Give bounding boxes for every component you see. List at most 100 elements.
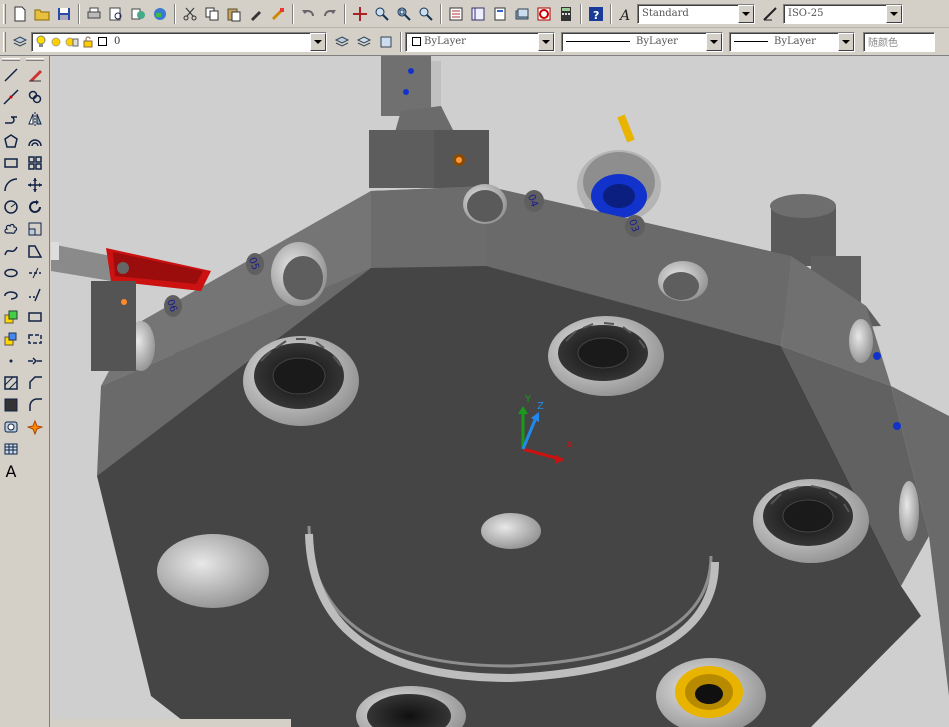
layout-tabs[interactable] [51, 719, 291, 727]
text-style-dropdown[interactable]: Standard [637, 3, 755, 24]
cut-icon[interactable] [179, 3, 201, 25]
tool-palettes-icon[interactable] [489, 3, 511, 25]
open-folder-icon[interactable] [31, 3, 53, 25]
publish-icon[interactable] [127, 3, 149, 25]
fillet-icon[interactable] [24, 394, 46, 416]
redo-icon[interactable] [319, 3, 341, 25]
color-control-dropdown[interactable]: ByLayer [405, 31, 555, 52]
color-value: ByLayer [424, 36, 466, 47]
toolbar-grip[interactable] [3, 3, 6, 24]
explode-icon[interactable] [24, 416, 46, 438]
rectangle-icon[interactable] [0, 152, 22, 174]
erase-icon[interactable] [24, 64, 46, 86]
copy-object-icon[interactable] [24, 86, 46, 108]
spline-icon[interactable] [0, 240, 22, 262]
web-icon[interactable] [149, 3, 171, 25]
draw-toolbar-grip[interactable] [2, 58, 20, 61]
text-style-value: Standard [642, 8, 689, 19]
move-icon[interactable] [24, 174, 46, 196]
properties-icon[interactable] [445, 3, 467, 25]
chevron-down-icon[interactable] [738, 4, 754, 23]
paste-icon[interactable] [223, 3, 245, 25]
design-center-icon[interactable] [467, 3, 489, 25]
draw-modify-toolbars: A [0, 56, 50, 727]
circle-icon[interactable] [0, 196, 22, 218]
multiline-text-label: A [5, 461, 17, 481]
scale-icon[interactable] [24, 218, 46, 240]
undo-icon[interactable] [297, 3, 319, 25]
offset-icon[interactable] [24, 130, 46, 152]
toolbar-separator [440, 3, 442, 24]
break-at-point-icon[interactable] [24, 306, 46, 328]
block-editor-icon[interactable] [267, 3, 289, 25]
array-icon[interactable] [24, 152, 46, 174]
join-icon[interactable] [24, 350, 46, 372]
text-style-icon[interactable]: A [615, 3, 637, 25]
chevron-down-icon[interactable] [886, 4, 902, 23]
mirror-icon[interactable] [24, 108, 46, 130]
help-icon[interactable]: ? [585, 3, 607, 25]
layers-toolbar: 0 ByLayer ByLayer ByLayer 随颜色 [0, 28, 949, 56]
plot-icon[interactable] [83, 3, 105, 25]
toolbar-separator [174, 3, 176, 24]
modify-toolbar-grip[interactable] [26, 58, 44, 61]
extend-icon[interactable] [24, 284, 46, 306]
insert-block-icon[interactable] [0, 306, 22, 328]
ellipse-arc-icon[interactable] [0, 284, 22, 306]
plot-preview-icon[interactable] [105, 3, 127, 25]
polygon-icon[interactable] [0, 130, 22, 152]
layer-previous-icon[interactable] [353, 31, 375, 53]
line-icon[interactable] [0, 64, 22, 86]
plot-style-value: 随颜色 [868, 38, 898, 49]
rotate-icon[interactable] [24, 196, 46, 218]
draw-toolbar: A [0, 64, 22, 482]
dimension-style-icon[interactable] [759, 3, 781, 25]
toolbar-grip[interactable] [3, 31, 6, 52]
save-icon[interactable] [53, 3, 75, 25]
zoom-previous-icon[interactable] [415, 3, 437, 25]
trim-icon[interactable] [24, 262, 46, 284]
polyline-icon[interactable] [0, 108, 22, 130]
plot-style-control-dropdown[interactable]: 随颜色 [863, 31, 935, 52]
stretch-icon[interactable] [24, 240, 46, 262]
table-icon[interactable] [0, 438, 22, 460]
dimension-style-dropdown[interactable]: ISO-25 [783, 3, 903, 24]
lineweight-control-dropdown[interactable]: ByLayer [729, 31, 855, 52]
layer-states-icon[interactable] [375, 31, 397, 53]
layer-manager-icon[interactable] [9, 31, 31, 53]
linetype-value: ByLayer [636, 36, 678, 47]
revision-cloud-icon[interactable] [0, 218, 22, 240]
make-object-layer-current-icon[interactable] [331, 31, 353, 53]
zoom-window-icon[interactable] [393, 3, 415, 25]
pan-realtime-icon[interactable] [349, 3, 371, 25]
point-icon[interactable] [0, 350, 22, 372]
sheet-set-icon[interactable] [511, 3, 533, 25]
ucs-x-label: X [566, 440, 573, 451]
layer-dropdown[interactable]: 0 [31, 31, 327, 52]
hatch-icon[interactable] [0, 372, 22, 394]
make-block-icon[interactable] [0, 328, 22, 350]
gradient-icon[interactable] [0, 394, 22, 416]
chevron-down-icon[interactable] [538, 32, 554, 51]
new-file-icon[interactable] [9, 3, 31, 25]
layer-color-swatch [98, 37, 107, 46]
match-properties-icon[interactable] [245, 3, 267, 25]
chamfer-icon[interactable] [24, 372, 46, 394]
multiline-text-icon[interactable]: A [0, 460, 22, 482]
copy-icon[interactable] [201, 3, 223, 25]
construction-line-icon[interactable] [0, 86, 22, 108]
chevron-down-icon[interactable] [310, 32, 326, 51]
model-viewport[interactable]: 06 05 04 03 X Y Z [51, 56, 949, 727]
arc-icon[interactable] [0, 174, 22, 196]
color-swatch [412, 37, 421, 46]
chevron-down-icon[interactable] [706, 32, 722, 51]
region-icon[interactable] [0, 416, 22, 438]
gear-pocket-left [243, 336, 359, 426]
break-icon[interactable] [24, 328, 46, 350]
calculator-icon[interactable] [555, 3, 577, 25]
chevron-down-icon[interactable] [838, 32, 854, 51]
ellipse-icon[interactable] [0, 262, 22, 284]
zoom-realtime-icon[interactable] [371, 3, 393, 25]
markup-set-icon[interactable] [533, 3, 555, 25]
linetype-control-dropdown[interactable]: ByLayer [561, 31, 723, 52]
